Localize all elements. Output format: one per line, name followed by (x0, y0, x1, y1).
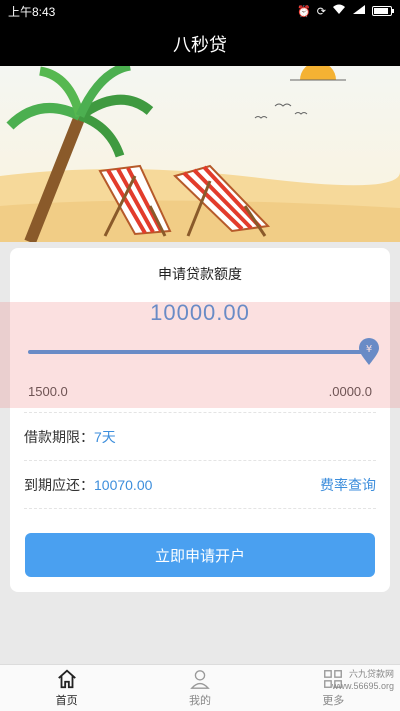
loan-card: 申请贷款额度 10000.00 ¥ 1500.0 .0000.0 借款期限： 7… (10, 248, 390, 592)
divider (24, 508, 376, 509)
signal-icon (352, 4, 366, 18)
loan-amount: 10000.00 (150, 300, 250, 325)
slider-min-label: 1500.0 (28, 384, 68, 399)
slider-max-label: .0000.0 (328, 384, 372, 399)
status-time: 上午8:43 (8, 4, 56, 19)
battery-icon (372, 6, 394, 16)
tab-home[interactable]: 首页 (0, 665, 133, 711)
sync-icon: ⟳ (316, 5, 326, 18)
status-icons: ⏰ ⟳ (297, 4, 394, 18)
due-value: 10070.00 (94, 476, 153, 493)
alarm-icon: ⏰ (297, 5, 311, 18)
status-bar: 上午8:43 ⏰ ⟳ (0, 0, 400, 22)
tab-mine-label: 我的 (188, 695, 211, 707)
page-title: 八秒贷 (173, 35, 227, 55)
watermark-line2: www.56695.org (331, 681, 394, 691)
amount-slider-track[interactable] (28, 350, 368, 354)
apply-button[interactable]: 立即申请开户 (25, 533, 375, 577)
tab-mine[interactable]: 我的 (133, 665, 266, 711)
term-row[interactable]: 借款期限： 7天 (24, 412, 376, 460)
amount-slider-handle[interactable]: ¥ (358, 338, 380, 366)
home-icon (57, 669, 76, 689)
user-icon (190, 670, 210, 689)
tab-more-label: 更多 (322, 695, 345, 707)
rate-query-link[interactable]: 费率查询 (320, 475, 376, 495)
watermark-line1: 六九贷款网 (348, 669, 394, 679)
title-bar: 八秒贷 (0, 22, 400, 66)
due-row: 到期应还： 10070.00 费率查询 (24, 460, 376, 508)
beach-banner-image (0, 66, 400, 242)
svg-text:¥: ¥ (366, 344, 372, 355)
term-label: 借款期限： (24, 428, 94, 445)
card-title: 申请贷款额度 (158, 266, 242, 282)
tab-home-label: 首页 (55, 695, 78, 707)
due-label: 到期应还： (24, 476, 94, 493)
watermark: 六九贷款网 www.56695.org (332, 668, 394, 692)
wifi-icon (332, 4, 346, 18)
term-value: 7天 (94, 428, 116, 445)
